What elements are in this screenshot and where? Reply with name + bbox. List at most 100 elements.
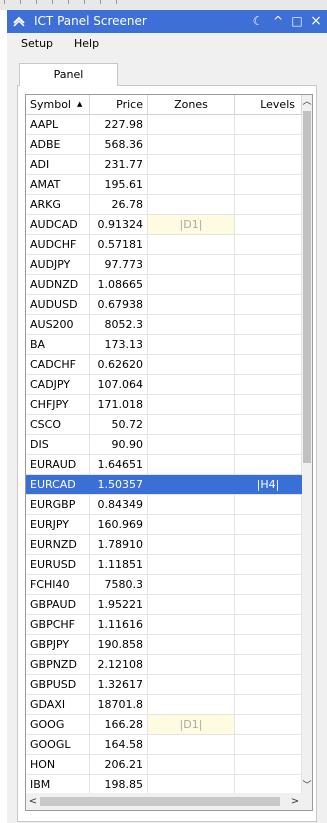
cell-price[interactable]: 8052.3 — [90, 315, 148, 334]
cell-levels[interactable] — [235, 375, 302, 394]
cell-levels[interactable] — [235, 735, 302, 754]
cell-levels[interactable] — [235, 295, 302, 314]
cell-symbol[interactable]: EURNZD — [26, 535, 90, 554]
cell-levels[interactable] — [235, 415, 302, 434]
cell-zones[interactable] — [148, 635, 235, 654]
cell-price[interactable]: 206.21 — [90, 755, 148, 774]
table-row[interactable]: FCHI40 7580.3 — [26, 575, 302, 595]
cell-symbol[interactable]: FCHI40 — [26, 575, 90, 594]
table-row[interactable]: EURAUD 1.64651 — [26, 455, 302, 475]
cell-levels[interactable] — [235, 455, 302, 474]
table-row[interactable]: BA 173.13 — [26, 335, 302, 355]
table-row[interactable]: AMAT 195.61 — [26, 175, 302, 195]
table-row[interactable]: IBM 198.85 — [26, 775, 302, 795]
cell-symbol[interactable]: GBPNZD — [26, 655, 90, 674]
cell-levels[interactable] — [235, 275, 302, 294]
column-header-levels[interactable]: Levels — [235, 95, 302, 114]
cell-levels[interactable] — [235, 775, 302, 794]
cell-symbol[interactable]: CADCHF — [26, 355, 90, 374]
cell-symbol[interactable]: CSCO — [26, 415, 90, 434]
table-row[interactable]: EURNZD 1.78910 — [26, 535, 302, 555]
cell-levels[interactable] — [235, 335, 302, 354]
cell-zones[interactable] — [148, 755, 235, 774]
cell-levels[interactable] — [235, 255, 302, 274]
column-header-price[interactable]: Price — [90, 95, 148, 114]
cell-symbol[interactable]: IBM — [26, 775, 90, 794]
cell-price[interactable]: 1.11851 — [90, 555, 148, 574]
cell-price[interactable]: 1.50357 — [90, 475, 148, 494]
table-row[interactable]: AUDNZD 1.08665 — [26, 275, 302, 295]
cell-price[interactable]: 0.84349 — [90, 495, 148, 514]
cell-levels[interactable] — [235, 495, 302, 514]
cell-zones[interactable] — [148, 255, 235, 274]
cell-symbol[interactable]: GOOGL — [26, 735, 90, 754]
cell-zones[interactable] — [148, 355, 235, 374]
cell-symbol[interactable]: CADJPY — [26, 375, 90, 394]
cell-levels[interactable] — [235, 355, 302, 374]
cell-price[interactable]: 90.90 — [90, 435, 148, 454]
scroll-left-icon[interactable]: < — [26, 793, 40, 810]
cell-price[interactable]: 0.91324 — [90, 215, 148, 234]
restore-icon[interactable]: □ — [289, 13, 305, 29]
vertical-scroll-thumb[interactable] — [303, 111, 311, 463]
cell-zones[interactable] — [148, 275, 235, 294]
table-row[interactable]: AUDUSD 0.67938 — [26, 295, 302, 315]
cell-levels[interactable] — [235, 135, 302, 154]
table-row[interactable]: EURCAD 1.50357 |H4| — [26, 475, 302, 495]
scroll-right-icon[interactable]: > — [288, 793, 302, 810]
close-icon[interactable]: × — [308, 13, 324, 29]
cell-zones[interactable] — [148, 455, 235, 474]
cell-zones[interactable] — [148, 135, 235, 154]
table-row[interactable]: GDAXI 18701.8 — [26, 695, 302, 715]
cell-levels[interactable] — [235, 675, 302, 694]
cell-levels[interactable] — [235, 235, 302, 254]
table-row[interactable]: HON 206.21 — [26, 755, 302, 775]
table-row[interactable]: CSCO 50.72 — [26, 415, 302, 435]
horizontal-scrollbar[interactable]: < > — [26, 793, 302, 810]
cell-price[interactable]: 568.36 — [90, 135, 148, 154]
cell-levels[interactable]: |H4| — [235, 475, 302, 494]
cell-levels[interactable] — [235, 535, 302, 554]
cell-zones[interactable] — [148, 615, 235, 634]
cell-zones[interactable] — [148, 155, 235, 174]
cell-symbol[interactable]: AAPL — [26, 115, 90, 134]
cell-symbol[interactable]: AUS200 — [26, 315, 90, 334]
cell-zones[interactable] — [148, 675, 235, 694]
cell-price[interactable]: 195.61 — [90, 175, 148, 194]
cell-zones[interactable] — [148, 475, 235, 494]
cell-levels[interactable] — [235, 555, 302, 574]
table-row[interactable]: ADI 231.77 — [26, 155, 302, 175]
cell-symbol[interactable]: AMAT — [26, 175, 90, 194]
cell-levels[interactable] — [235, 315, 302, 334]
cell-price[interactable]: 166.28 — [90, 715, 148, 734]
cell-zones[interactable] — [148, 695, 235, 714]
table-row[interactable]: CHFJPY 171.018 — [26, 395, 302, 415]
cell-price[interactable]: 107.064 — [90, 375, 148, 394]
cell-price[interactable]: 1.32617 — [90, 675, 148, 694]
cell-symbol[interactable]: EURGBP — [26, 495, 90, 514]
table-row[interactable]: GBPJPY 190.858 — [26, 635, 302, 655]
cell-price[interactable]: 160.969 — [90, 515, 148, 534]
cell-symbol[interactable]: AUDUSD — [26, 295, 90, 314]
cell-symbol[interactable]: GBPAUD — [26, 595, 90, 614]
cell-zones[interactable] — [148, 575, 235, 594]
cell-zones[interactable] — [148, 435, 235, 454]
cell-price[interactable]: 171.018 — [90, 395, 148, 414]
table-row[interactable]: GOOG 166.28 |D1| — [26, 715, 302, 735]
cell-levels[interactable] — [235, 575, 302, 594]
cell-levels[interactable] — [235, 655, 302, 674]
table-row[interactable]: AUDCHF 0.57181 — [26, 235, 302, 255]
table-row[interactable]: GBPCHF 1.11616 — [26, 615, 302, 635]
cell-zones[interactable] — [148, 195, 235, 214]
cell-symbol[interactable]: AUDCAD — [26, 215, 90, 234]
collapse-icon[interactable]: ^ — [270, 13, 286, 29]
menu-help[interactable]: Help — [74, 37, 99, 50]
cell-price[interactable]: 1.11616 — [90, 615, 148, 634]
cell-price[interactable]: 0.57181 — [90, 235, 148, 254]
cell-zones[interactable] — [148, 735, 235, 754]
cell-symbol[interactable]: EURUSD — [26, 555, 90, 574]
cell-symbol[interactable]: EURCAD — [26, 475, 90, 494]
title-bar[interactable]: ICT Panel Screener ☾ ^ □ × — [7, 10, 327, 33]
table-row[interactable]: GBPAUD 1.95221 — [26, 595, 302, 615]
cell-zones[interactable] — [148, 115, 235, 134]
